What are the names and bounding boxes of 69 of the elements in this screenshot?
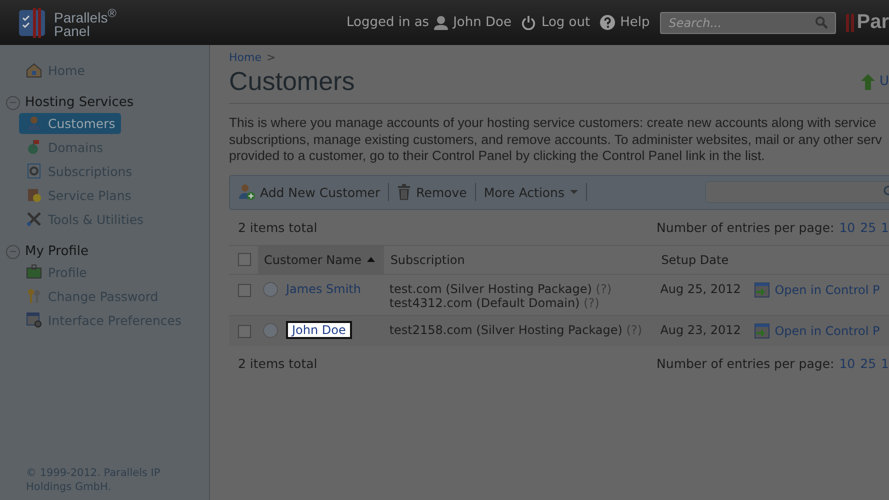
more-actions-dropdown[interactable]: More Actions (476, 183, 586, 201)
logo-text: Parallels$^{®}$ (54, 7, 116, 25)
subscription-text: test4312.com (Default Domain) (389, 296, 580, 310)
id-card-icon (26, 264, 42, 280)
keys-icon (26, 288, 42, 304)
help-link[interactable]: (?) (584, 296, 600, 310)
globe-icon (26, 139, 42, 155)
select-all-checkbox[interactable] (238, 252, 251, 266)
page-size-link[interactable]: 10 (839, 356, 856, 370)
logout-link[interactable]: Log out (541, 15, 590, 30)
collapse-toggle[interactable] (6, 96, 20, 110)
page-size-link[interactable]: 25 (860, 220, 876, 234)
tools-icon (26, 211, 42, 227)
open-control-panel-link[interactable]: Open in Control P (774, 282, 880, 296)
status-circle-icon (263, 322, 278, 338)
person-icon (26, 115, 42, 131)
trash-icon (397, 184, 412, 200)
remove-button[interactable]: Remove (389, 183, 476, 201)
page-size-link[interactable]: 10 (839, 220, 856, 234)
brand-logo-text: Par (856, 11, 889, 34)
filter-search-field[interactable] (705, 181, 889, 203)
document-coin-icon (26, 187, 42, 203)
section-heading: My Profile (25, 244, 88, 259)
logo-subtext: Panel (54, 24, 90, 38)
row-checkbox[interactable] (238, 284, 251, 296)
setup-date-cell: Aug 23, 2012 (655, 315, 749, 346)
logged-in-label: Logged in as (346, 15, 430, 30)
column-header[interactable]: Subscription (384, 245, 656, 274)
help-icon (600, 15, 616, 30)
user-icon (434, 15, 448, 30)
window-gear-icon (26, 312, 42, 328)
help-link[interactable]: (?) (596, 282, 612, 296)
gear-icon (26, 163, 42, 179)
upgrade-link[interactable]: U (879, 74, 889, 89)
page-size-link[interactable]: 1 (881, 356, 889, 370)
description-text: This is where you manage accounts of your hosting service customers: create new accounts along with service subscriptions, manage existing customers, and remove accounts. To administer websites, mail or any other serv provided to a customer, go to their Control Panel by clicking the Control Panel link in the list. (229, 115, 883, 164)
subscription-text: test2158.com (Silver Hosting Package) (389, 322, 622, 336)
section-heading: Hosting Services (25, 95, 134, 110)
row-checkbox[interactable] (238, 324, 251, 338)
customer-name-link[interactable]: James Smith (286, 282, 361, 296)
sort-ascending-icon (366, 257, 375, 262)
power-icon (521, 15, 536, 30)
page-size-link[interactable]: 1 (881, 220, 889, 234)
sorted-column-header[interactable]: Customer Name (258, 245, 384, 274)
help-link[interactable]: Help (620, 15, 650, 30)
user-name-link[interactable]: John Doe (453, 15, 512, 30)
customer-name-link[interactable]: John Doe (288, 323, 350, 337)
logo-icon (18, 8, 48, 38)
caret-icon (570, 190, 578, 194)
help-link[interactable]: (?) (626, 322, 642, 336)
breadcrumb-separator: > (266, 51, 276, 64)
add-person-icon (239, 184, 255, 200)
status-circle-icon (263, 282, 278, 296)
collapse-toggle[interactable] (6, 244, 20, 258)
page-title: Customers (229, 66, 356, 97)
items-total-text: 2 items total (238, 356, 318, 370)
breadcrumb-link[interactable]: Home (229, 51, 262, 64)
brand-bars-icon (846, 14, 854, 32)
entries-per-page-label: Number of entries per page: (656, 220, 834, 234)
search-field[interactable]: Search... (660, 12, 836, 34)
subscription-text: test.com (Silver Hosting Package) (389, 282, 592, 296)
column-header[interactable]: Setup Date (655, 245, 749, 274)
items-total-text: 2 items total (238, 220, 318, 234)
page-size-link[interactable]: 25 (860, 356, 876, 370)
entries-per-page-label: Number of entries per page: (656, 356, 834, 370)
sidebar-item[interactable]: Customers (19, 113, 122, 134)
home-icon (26, 62, 42, 78)
add-customer-button[interactable]: Add New Customer (239, 183, 390, 201)
up-arrow-icon (861, 74, 876, 90)
